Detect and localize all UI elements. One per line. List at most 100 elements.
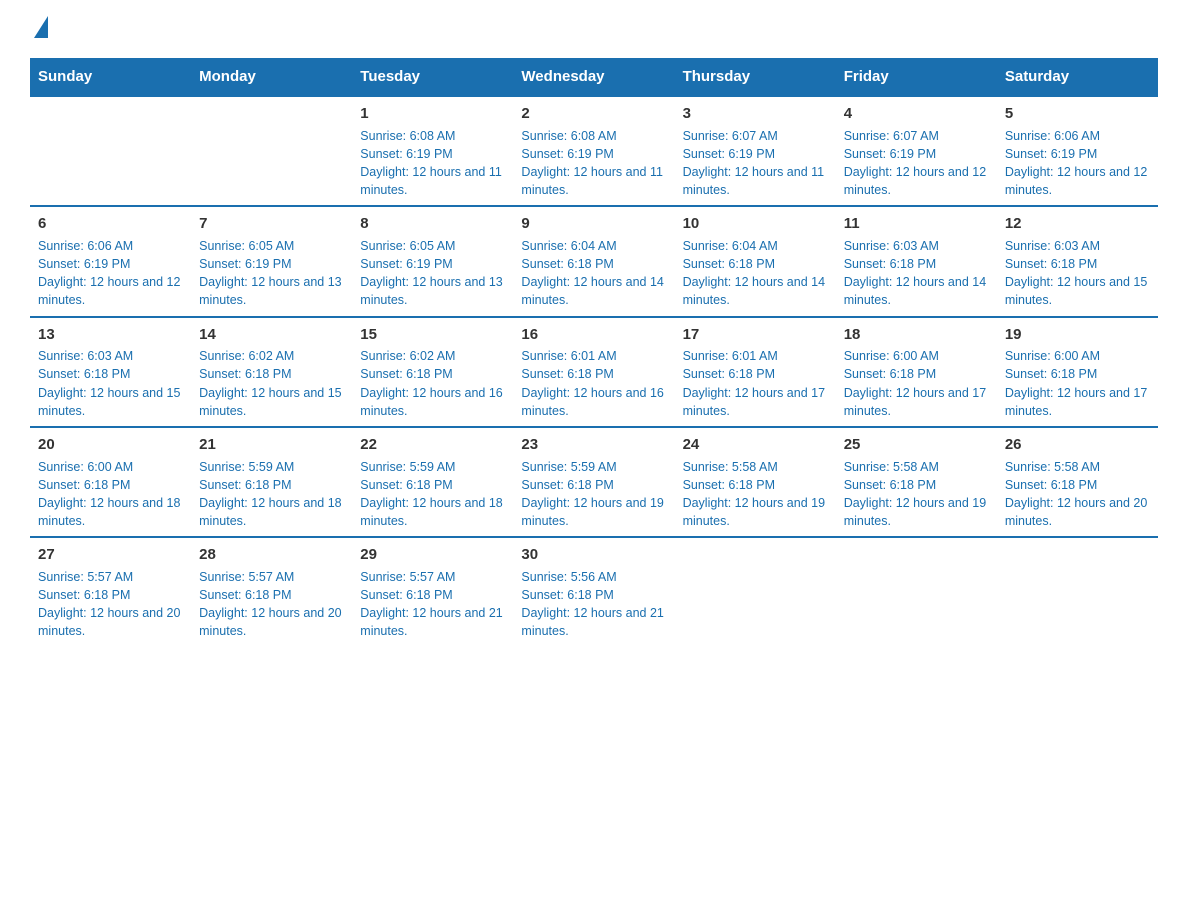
day-info: Sunrise: 6:05 AM Sunset: 6:19 PM Dayligh… xyxy=(360,237,505,310)
calendar-cell: 3Sunrise: 6:07 AM Sunset: 6:19 PM Daylig… xyxy=(675,96,836,206)
calendar-cell: 17Sunrise: 6:01 AM Sunset: 6:18 PM Dayli… xyxy=(675,317,836,427)
day-number: 15 xyxy=(360,324,505,346)
day-of-week-header: Sunday xyxy=(30,58,191,96)
calendar-cell: 16Sunrise: 6:01 AM Sunset: 6:18 PM Dayli… xyxy=(513,317,674,427)
day-number: 30 xyxy=(521,544,666,566)
calendar-cell xyxy=(675,537,836,646)
day-info: Sunrise: 6:01 AM Sunset: 6:18 PM Dayligh… xyxy=(683,347,828,420)
logo-triangle-icon xyxy=(34,16,48,38)
calendar-cell: 11Sunrise: 6:03 AM Sunset: 6:18 PM Dayli… xyxy=(836,206,997,316)
calendar-cell: 24Sunrise: 5:58 AM Sunset: 6:18 PM Dayli… xyxy=(675,427,836,537)
day-info: Sunrise: 5:59 AM Sunset: 6:18 PM Dayligh… xyxy=(199,458,344,531)
calendar-cell: 4Sunrise: 6:07 AM Sunset: 6:19 PM Daylig… xyxy=(836,96,997,206)
day-info: Sunrise: 6:08 AM Sunset: 6:19 PM Dayligh… xyxy=(360,127,505,200)
day-number: 16 xyxy=(521,324,666,346)
calendar-cell: 5Sunrise: 6:06 AM Sunset: 6:19 PM Daylig… xyxy=(997,96,1158,206)
day-info: Sunrise: 6:02 AM Sunset: 6:18 PM Dayligh… xyxy=(199,347,344,420)
day-of-week-header: Tuesday xyxy=(352,58,513,96)
day-number: 1 xyxy=(360,103,505,125)
calendar-table: SundayMondayTuesdayWednesdayThursdayFrid… xyxy=(30,58,1158,646)
day-info: Sunrise: 5:58 AM Sunset: 6:18 PM Dayligh… xyxy=(683,458,828,531)
day-info: Sunrise: 6:02 AM Sunset: 6:18 PM Dayligh… xyxy=(360,347,505,420)
day-number: 24 xyxy=(683,434,828,456)
calendar-cell: 27Sunrise: 5:57 AM Sunset: 6:18 PM Dayli… xyxy=(30,537,191,646)
calendar-week-row: 6Sunrise: 6:06 AM Sunset: 6:19 PM Daylig… xyxy=(30,206,1158,316)
calendar-cell: 13Sunrise: 6:03 AM Sunset: 6:18 PM Dayli… xyxy=(30,317,191,427)
day-number: 22 xyxy=(360,434,505,456)
day-number: 2 xyxy=(521,103,666,125)
calendar-cell: 22Sunrise: 5:59 AM Sunset: 6:18 PM Dayli… xyxy=(352,427,513,537)
calendar-week-row: 27Sunrise: 5:57 AM Sunset: 6:18 PM Dayli… xyxy=(30,537,1158,646)
day-info: Sunrise: 5:58 AM Sunset: 6:18 PM Dayligh… xyxy=(1005,458,1150,531)
day-info: Sunrise: 6:07 AM Sunset: 6:19 PM Dayligh… xyxy=(683,127,828,200)
day-number: 21 xyxy=(199,434,344,456)
day-info: Sunrise: 5:57 AM Sunset: 6:18 PM Dayligh… xyxy=(38,568,183,641)
calendar-cell xyxy=(30,96,191,206)
day-of-week-header: Monday xyxy=(191,58,352,96)
day-info: Sunrise: 5:57 AM Sunset: 6:18 PM Dayligh… xyxy=(360,568,505,641)
calendar-cell: 1Sunrise: 6:08 AM Sunset: 6:19 PM Daylig… xyxy=(352,96,513,206)
calendar-cell: 23Sunrise: 5:59 AM Sunset: 6:18 PM Dayli… xyxy=(513,427,674,537)
day-number: 26 xyxy=(1005,434,1150,456)
calendar-week-row: 13Sunrise: 6:03 AM Sunset: 6:18 PM Dayli… xyxy=(30,317,1158,427)
calendar-cell xyxy=(997,537,1158,646)
calendar-cell: 30Sunrise: 5:56 AM Sunset: 6:18 PM Dayli… xyxy=(513,537,674,646)
day-info: Sunrise: 6:07 AM Sunset: 6:19 PM Dayligh… xyxy=(844,127,989,200)
calendar-cell: 26Sunrise: 5:58 AM Sunset: 6:18 PM Dayli… xyxy=(997,427,1158,537)
day-number: 9 xyxy=(521,213,666,235)
calendar-cell: 9Sunrise: 6:04 AM Sunset: 6:18 PM Daylig… xyxy=(513,206,674,316)
calendar-header-row: SundayMondayTuesdayWednesdayThursdayFrid… xyxy=(30,58,1158,96)
calendar-cell: 2Sunrise: 6:08 AM Sunset: 6:19 PM Daylig… xyxy=(513,96,674,206)
day-number: 7 xyxy=(199,213,344,235)
day-number: 27 xyxy=(38,544,183,566)
calendar-cell: 29Sunrise: 5:57 AM Sunset: 6:18 PM Dayli… xyxy=(352,537,513,646)
day-number: 6 xyxy=(38,213,183,235)
calendar-cell: 12Sunrise: 6:03 AM Sunset: 6:18 PM Dayli… xyxy=(997,206,1158,316)
day-of-week-header: Wednesday xyxy=(513,58,674,96)
day-number: 13 xyxy=(38,324,183,346)
day-number: 23 xyxy=(521,434,666,456)
day-info: Sunrise: 6:03 AM Sunset: 6:18 PM Dayligh… xyxy=(38,347,183,420)
day-number: 28 xyxy=(199,544,344,566)
calendar-cell: 19Sunrise: 6:00 AM Sunset: 6:18 PM Dayli… xyxy=(997,317,1158,427)
day-number: 12 xyxy=(1005,213,1150,235)
calendar-cell: 8Sunrise: 6:05 AM Sunset: 6:19 PM Daylig… xyxy=(352,206,513,316)
calendar-cell: 15Sunrise: 6:02 AM Sunset: 6:18 PM Dayli… xyxy=(352,317,513,427)
day-of-week-header: Thursday xyxy=(675,58,836,96)
day-number: 20 xyxy=(38,434,183,456)
day-number: 19 xyxy=(1005,324,1150,346)
calendar-cell: 7Sunrise: 6:05 AM Sunset: 6:19 PM Daylig… xyxy=(191,206,352,316)
calendar-cell xyxy=(191,96,352,206)
day-number: 3 xyxy=(683,103,828,125)
day-info: Sunrise: 5:58 AM Sunset: 6:18 PM Dayligh… xyxy=(844,458,989,531)
day-info: Sunrise: 6:03 AM Sunset: 6:18 PM Dayligh… xyxy=(844,237,989,310)
day-info: Sunrise: 6:06 AM Sunset: 6:19 PM Dayligh… xyxy=(38,237,183,310)
day-number: 10 xyxy=(683,213,828,235)
day-info: Sunrise: 6:05 AM Sunset: 6:19 PM Dayligh… xyxy=(199,237,344,310)
day-info: Sunrise: 6:00 AM Sunset: 6:18 PM Dayligh… xyxy=(38,458,183,531)
calendar-cell: 20Sunrise: 6:00 AM Sunset: 6:18 PM Dayli… xyxy=(30,427,191,537)
day-number: 14 xyxy=(199,324,344,346)
day-info: Sunrise: 5:56 AM Sunset: 6:18 PM Dayligh… xyxy=(521,568,666,641)
calendar-cell: 21Sunrise: 5:59 AM Sunset: 6:18 PM Dayli… xyxy=(191,427,352,537)
day-info: Sunrise: 5:59 AM Sunset: 6:18 PM Dayligh… xyxy=(521,458,666,531)
calendar-cell xyxy=(836,537,997,646)
page-header xyxy=(30,20,1158,38)
calendar-cell: 28Sunrise: 5:57 AM Sunset: 6:18 PM Dayli… xyxy=(191,537,352,646)
day-info: Sunrise: 6:00 AM Sunset: 6:18 PM Dayligh… xyxy=(1005,347,1150,420)
day-info: Sunrise: 6:04 AM Sunset: 6:18 PM Dayligh… xyxy=(683,237,828,310)
calendar-cell: 10Sunrise: 6:04 AM Sunset: 6:18 PM Dayli… xyxy=(675,206,836,316)
logo xyxy=(30,20,48,38)
day-of-week-header: Friday xyxy=(836,58,997,96)
day-number: 25 xyxy=(844,434,989,456)
day-number: 11 xyxy=(844,213,989,235)
calendar-cell: 18Sunrise: 6:00 AM Sunset: 6:18 PM Dayli… xyxy=(836,317,997,427)
calendar-week-row: 1Sunrise: 6:08 AM Sunset: 6:19 PM Daylig… xyxy=(30,96,1158,206)
day-info: Sunrise: 6:03 AM Sunset: 6:18 PM Dayligh… xyxy=(1005,237,1150,310)
day-info: Sunrise: 6:01 AM Sunset: 6:18 PM Dayligh… xyxy=(521,347,666,420)
day-info: Sunrise: 6:04 AM Sunset: 6:18 PM Dayligh… xyxy=(521,237,666,310)
day-info: Sunrise: 6:00 AM Sunset: 6:18 PM Dayligh… xyxy=(844,347,989,420)
calendar-cell: 14Sunrise: 6:02 AM Sunset: 6:18 PM Dayli… xyxy=(191,317,352,427)
day-of-week-header: Saturday xyxy=(997,58,1158,96)
day-info: Sunrise: 5:59 AM Sunset: 6:18 PM Dayligh… xyxy=(360,458,505,531)
